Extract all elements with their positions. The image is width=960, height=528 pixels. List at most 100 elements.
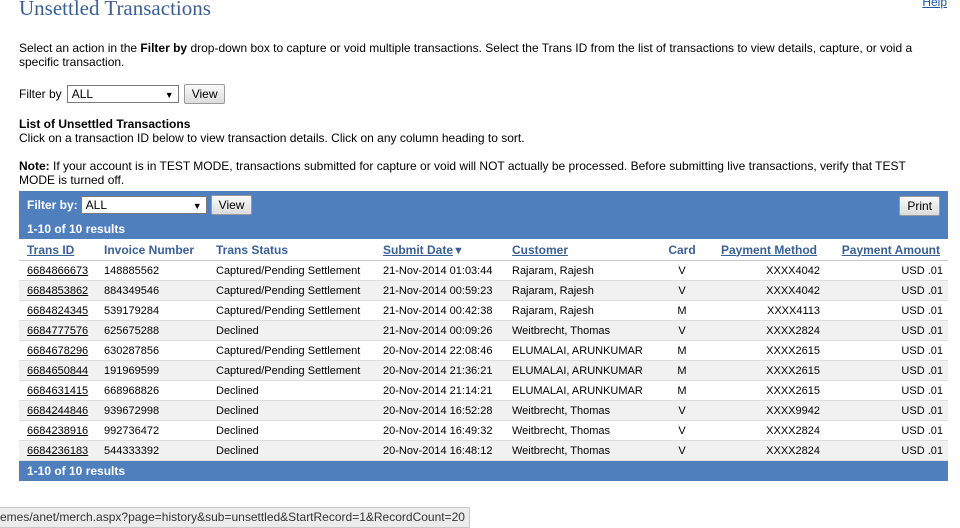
payment-method-cell: XXXX2615 [707, 340, 825, 361]
invoice-number-cell: 884349546 [96, 280, 208, 301]
payment-method-cell: XXXX2824 [707, 440, 825, 461]
trans-status-cell: Captured/Pending Settlement [208, 300, 375, 321]
customer-cell: Rajaram, Rajesh [504, 280, 657, 301]
test-mode-note: Note: If your account is in TEST MODE, t… [19, 159, 929, 187]
list-title: List of Unsettled Transactions [19, 117, 191, 131]
payment-method-cell: XXXX2615 [707, 380, 825, 401]
payment-amount-cell: USD .01 [825, 380, 948, 401]
payment-method-cell: XXXX9942 [707, 400, 825, 421]
list-subtitle: Click on a transaction ID below to view … [19, 131, 525, 145]
invoice-number-cell: 544333392 [96, 440, 208, 461]
trans-status-cell: Declined [208, 400, 375, 421]
card-cell: M [657, 340, 707, 361]
payment-amount-cell: USD .01 [825, 360, 948, 381]
table-row: 6684678296 630287856 Captured/Pending Sett… [19, 340, 948, 361]
table-row: 6684236183 544333392 Declined 20-Nov-2014 1… [19, 440, 948, 461]
filter-label: Filter by [19, 87, 62, 101]
help-link[interactable]: Help [922, 0, 947, 9]
grid-view-button[interactable]: View [210, 195, 253, 215]
customer-cell: Weitbrecht, Thomas [504, 400, 657, 421]
card-cell: V [657, 320, 707, 341]
trans-id-link[interactable]: 6684824345 [19, 300, 96, 321]
trans-id-link[interactable]: 6684238916 [19, 420, 96, 441]
trans-status-cell: Declined [208, 320, 375, 341]
column-header-payment-method[interactable]: Payment Method [707, 239, 825, 261]
filter-select[interactable]: ALL ▼ [66, 85, 179, 103]
column-header-trans-status[interactable]: Trans Status [208, 239, 375, 261]
table-header-row: Trans ID Invoice Number Trans Status Sub… [19, 239, 948, 261]
payment-method-cell: XXXX4113 [707, 300, 825, 321]
payment-method-cell: XXXX4042 [707, 280, 825, 301]
payment-method-cell: XXXX2824 [707, 320, 825, 341]
submit-date-cell: 20-Nov-2014 16:52:28 [375, 400, 504, 421]
customer-cell: Weitbrecht, Thomas [504, 420, 657, 441]
trans-id-link[interactable]: 6684777576 [19, 320, 96, 341]
column-header-customer[interactable]: Customer [504, 239, 657, 261]
submit-date-cell: 20-Nov-2014 21:36:21 [375, 360, 504, 381]
customer-cell: ELUMALAI, ARUNKUMAR [504, 360, 657, 381]
card-cell: M [657, 300, 707, 321]
note-text: If your account is in TEST MODE, transac… [19, 159, 906, 187]
invoice-number-cell: 625675288 [96, 320, 208, 341]
intro-pre: Select an action in the [19, 41, 141, 55]
view-button[interactable]: View [183, 84, 226, 104]
trans-id-link[interactable]: 6684236183 [19, 440, 96, 461]
payment-amount-cell: USD .01 [825, 400, 948, 421]
column-header-trans-id[interactable]: Trans ID [19, 239, 96, 261]
table-row: 6684866673 148885562 Captured/Pending Sett… [19, 260, 948, 281]
submit-date-cell: 21-Nov-2014 01:03:44 [375, 260, 504, 281]
invoice-number-cell: 630287856 [96, 340, 208, 361]
grid-filter-bar: Filter by: ALL ▼ View Print [19, 191, 948, 219]
payment-amount-cell: USD .01 [825, 280, 948, 301]
customer-cell: Rajaram, Rajesh [504, 300, 657, 321]
filter-select-value: ALL [71, 87, 94, 101]
submit-date-cell: 20-Nov-2014 22:08:46 [375, 340, 504, 361]
print-button[interactable]: Print [899, 196, 940, 216]
grid-filter-select-value: ALL [85, 198, 108, 212]
table-row: 6684631415 668968826 Declined 20-Nov-2014 2… [19, 380, 948, 401]
invoice-number-cell: 668968826 [96, 380, 208, 401]
trans-id-link[interactable]: 6684853862 [19, 280, 96, 301]
table-row: 6684824345 539179284 Captured/Pending Sett… [19, 300, 948, 321]
chevron-down-icon: ▼ [192, 201, 202, 211]
grid-filter-select[interactable]: ALL ▼ [80, 196, 207, 214]
invoice-number-cell: 539179284 [96, 300, 208, 321]
trans-id-link[interactable]: 6684866673 [19, 260, 96, 281]
payment-amount-cell: USD .01 [825, 300, 948, 321]
customer-cell: Weitbrecht, Thomas [504, 440, 657, 461]
top-filter: Filter by ALL ▼ View [19, 84, 226, 104]
submit-date-cell: 21-Nov-2014 00:59:23 [375, 280, 504, 301]
card-cell: V [657, 420, 707, 441]
table-row: 6684238916 992736472 Declined 20-Nov-2014 1… [19, 420, 948, 441]
invoice-number-cell: 992736472 [96, 420, 208, 441]
column-header-card[interactable]: Card [657, 239, 707, 261]
column-header-submit-date[interactable]: Submit Date▼ [375, 239, 504, 261]
customer-cell: ELUMALAI, ARUNKUMAR [504, 340, 657, 361]
trans-id-link[interactable]: 6684678296 [19, 340, 96, 361]
trans-id-link[interactable]: 6684631415 [19, 380, 96, 401]
submit-date-cell: 20-Nov-2014 16:49:32 [375, 420, 504, 441]
payment-method-cell: XXXX2615 [707, 360, 825, 381]
payment-method-cell: XXXX2824 [707, 420, 825, 441]
submit-date-cell: 21-Nov-2014 00:09:26 [375, 320, 504, 341]
table-row: 6684777576 625675288 Declined 21-Nov-2014 0… [19, 320, 948, 341]
sort-descending-icon: ▼ [453, 244, 464, 257]
transactions-table: Trans ID Invoice Number Trans Status Sub… [19, 239, 948, 461]
card-cell: V [657, 440, 707, 461]
trans-id-link[interactable]: 6684650844 [19, 360, 96, 381]
browser-status-url: emes/anet/merch.aspx?page=history&sub=un… [0, 507, 470, 528]
trans-status-cell: Captured/Pending Settlement [208, 260, 375, 281]
transactions-grid: Filter by: ALL ▼ View Print 1-10 of 10 r… [19, 191, 948, 481]
table-row: 6684650844 191969599 Captured/Pending Sett… [19, 360, 948, 381]
intro-text: Select an action in the Filter by drop-d… [19, 41, 929, 69]
trans-status-cell: Captured/Pending Settlement [208, 360, 375, 381]
submit-date-cell: 21-Nov-2014 00:42:38 [375, 300, 504, 321]
column-header-payment-amount[interactable]: Payment Amount [825, 239, 948, 261]
trans-id-link[interactable]: 6684244846 [19, 400, 96, 421]
trans-status-cell: Captured/Pending Settlement [208, 340, 375, 361]
customer-cell: Rajaram, Rajesh [504, 260, 657, 281]
payment-method-cell: XXXX4042 [707, 260, 825, 281]
column-header-invoice-number[interactable]: Invoice Number [96, 239, 208, 261]
card-cell: V [657, 400, 707, 421]
card-cell: M [657, 380, 707, 401]
